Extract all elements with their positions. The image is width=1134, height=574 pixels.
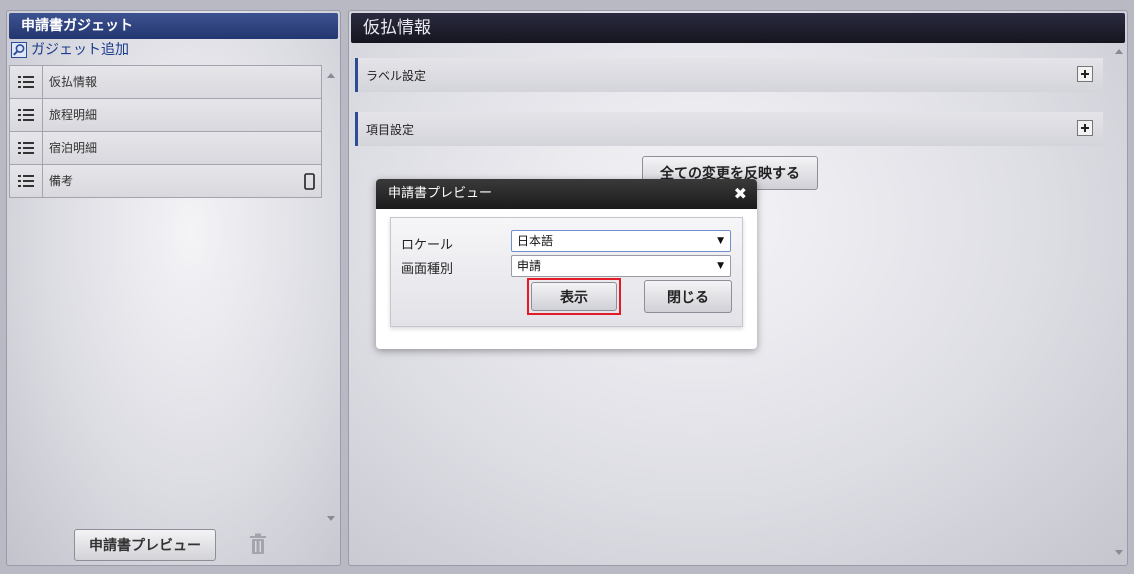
screen-type-label: 画面種別: [401, 262, 454, 277]
gadget-item-karibarai[interactable]: 仮払情報: [9, 65, 322, 99]
label-settings-section[interactable]: ラベル設定: [355, 58, 1103, 92]
drag-handle-icon[interactable]: [10, 99, 43, 131]
locale-label: ロケール: [401, 238, 454, 253]
expand-plus-icon[interactable]: [1077, 120, 1093, 136]
locale-select[interactable]: 日本語 ▼: [511, 230, 731, 252]
scroll-up-icon[interactable]: [327, 73, 335, 78]
close-icon[interactable]: ✖: [734, 179, 747, 209]
gadget-item-label: 仮払情報: [49, 75, 98, 89]
dialog-form: ロケール 日本語 ▼ 画面種別 申請 ▼ 表示 閉じる: [390, 217, 743, 327]
settings-panel-title: 仮払情報: [351, 13, 1125, 43]
close-button[interactable]: 閉じる: [644, 280, 732, 313]
gadget-item-label: 備考: [49, 174, 74, 188]
locale-value: 日本語: [517, 234, 554, 248]
preview-dialog: 申請書プレビュー ✖ ロケール 日本語 ▼ 画面種別 申請 ▼ 表示 閉じる: [376, 179, 757, 349]
gadget-item-biko[interactable]: 備考: [9, 164, 322, 198]
drag-handle-icon[interactable]: [10, 165, 43, 197]
drag-handle-icon[interactable]: [10, 66, 43, 98]
add-gadget-link[interactable]: ガジェット追加: [7, 39, 340, 61]
gadget-item-ryotei[interactable]: 旅程明細: [9, 98, 322, 132]
screen-type-select[interactable]: 申請 ▼: [511, 255, 731, 277]
expand-plus-icon[interactable]: [1077, 66, 1093, 82]
gadget-item-label: 宿泊明細: [49, 141, 98, 155]
field-settings-section[interactable]: 項目設定: [355, 112, 1103, 146]
highlight-box: 表示: [527, 278, 621, 315]
gadget-list-area: 仮払情報 旅程明細 宿泊明細 備考: [9, 65, 338, 529]
trash-icon[interactable]: [249, 533, 267, 555]
mobile-icon: [297, 165, 321, 197]
scroll-down-icon[interactable]: [1115, 550, 1123, 555]
application-preview-button[interactable]: 申請書プレビュー: [74, 529, 216, 561]
show-button[interactable]: 表示: [531, 282, 617, 311]
magnifier-icon: [11, 42, 27, 58]
scroll-down-icon[interactable]: [327, 516, 335, 521]
scroll-up-icon[interactable]: [1115, 49, 1123, 54]
dropdown-arrow-icon: ▼: [717, 236, 724, 246]
gadget-panel-title: 申請書ガジェット: [9, 13, 338, 39]
gadget-item-label: 旅程明細: [49, 108, 98, 122]
dropdown-arrow-icon: ▼: [717, 261, 724, 271]
screen-type-value: 申請: [517, 259, 542, 273]
gadget-panel: 申請書ガジェット ガジェット追加 仮払情報 旅程明細 宿泊明細 備考 申請書プレ…: [6, 10, 341, 566]
dialog-titlebar: 申請書プレビュー ✖: [376, 179, 757, 209]
dialog-title: 申請書プレビュー: [388, 186, 493, 201]
drag-handle-icon[interactable]: [10, 132, 43, 164]
gadget-list-scrollbar[interactable]: [324, 65, 338, 529]
section-label: ラベル設定: [366, 69, 427, 83]
gadget-item-shukuhaku[interactable]: 宿泊明細: [9, 131, 322, 165]
gadget-list: 仮払情報 旅程明細 宿泊明細 備考: [9, 65, 322, 198]
section-label: 項目設定: [366, 123, 415, 137]
add-gadget-label: ガジェット追加: [31, 42, 129, 58]
